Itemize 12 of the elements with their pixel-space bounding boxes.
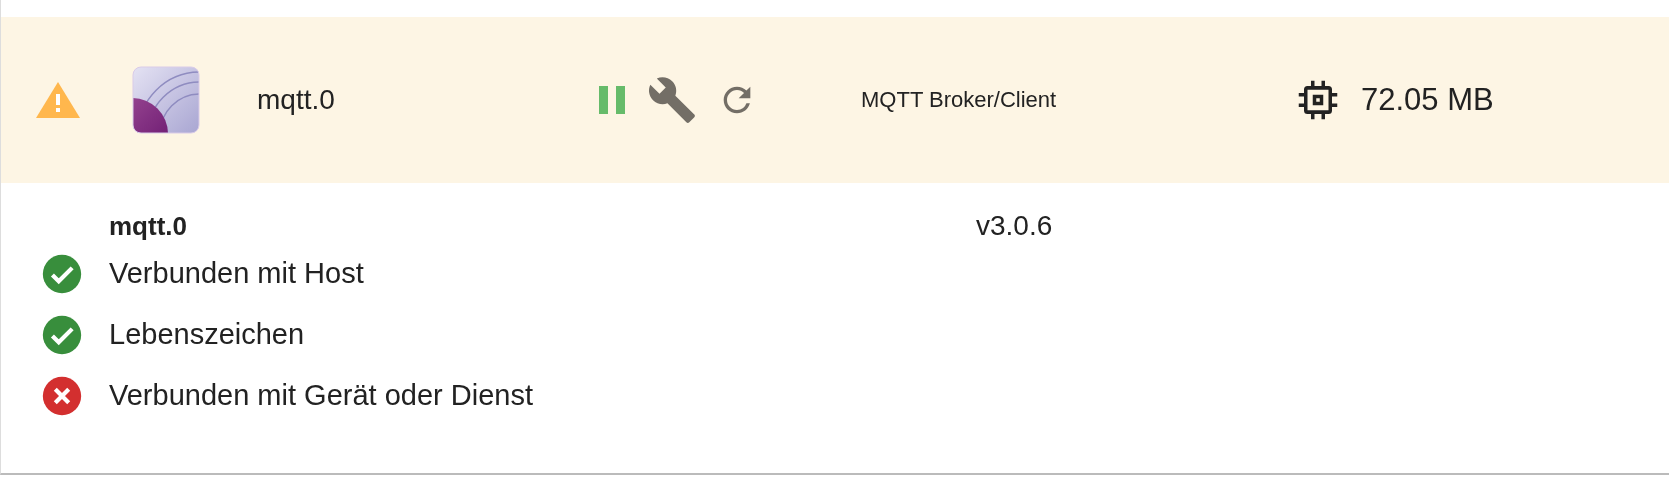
logo-icon <box>132 66 200 134</box>
warning-icon <box>34 80 82 120</box>
status-label: Lebenszeichen <box>109 318 305 351</box>
memory-usage: 72.05 MB <box>1361 82 1494 118</box>
status-label: Verbunden mit Host <box>109 257 364 290</box>
adapter-name: mqtt.0 <box>257 84 336 116</box>
chip-icon <box>1297 79 1339 121</box>
instance-name: mqtt.0 <box>109 210 188 242</box>
adapter-title: MQTT Broker/Client <box>861 87 1058 113</box>
version-label: v3.0.6 <box>976 210 1053 242</box>
settings-button[interactable] <box>647 75 697 125</box>
status-label: Verbunden mit Gerät oder Dienst <box>109 379 533 412</box>
